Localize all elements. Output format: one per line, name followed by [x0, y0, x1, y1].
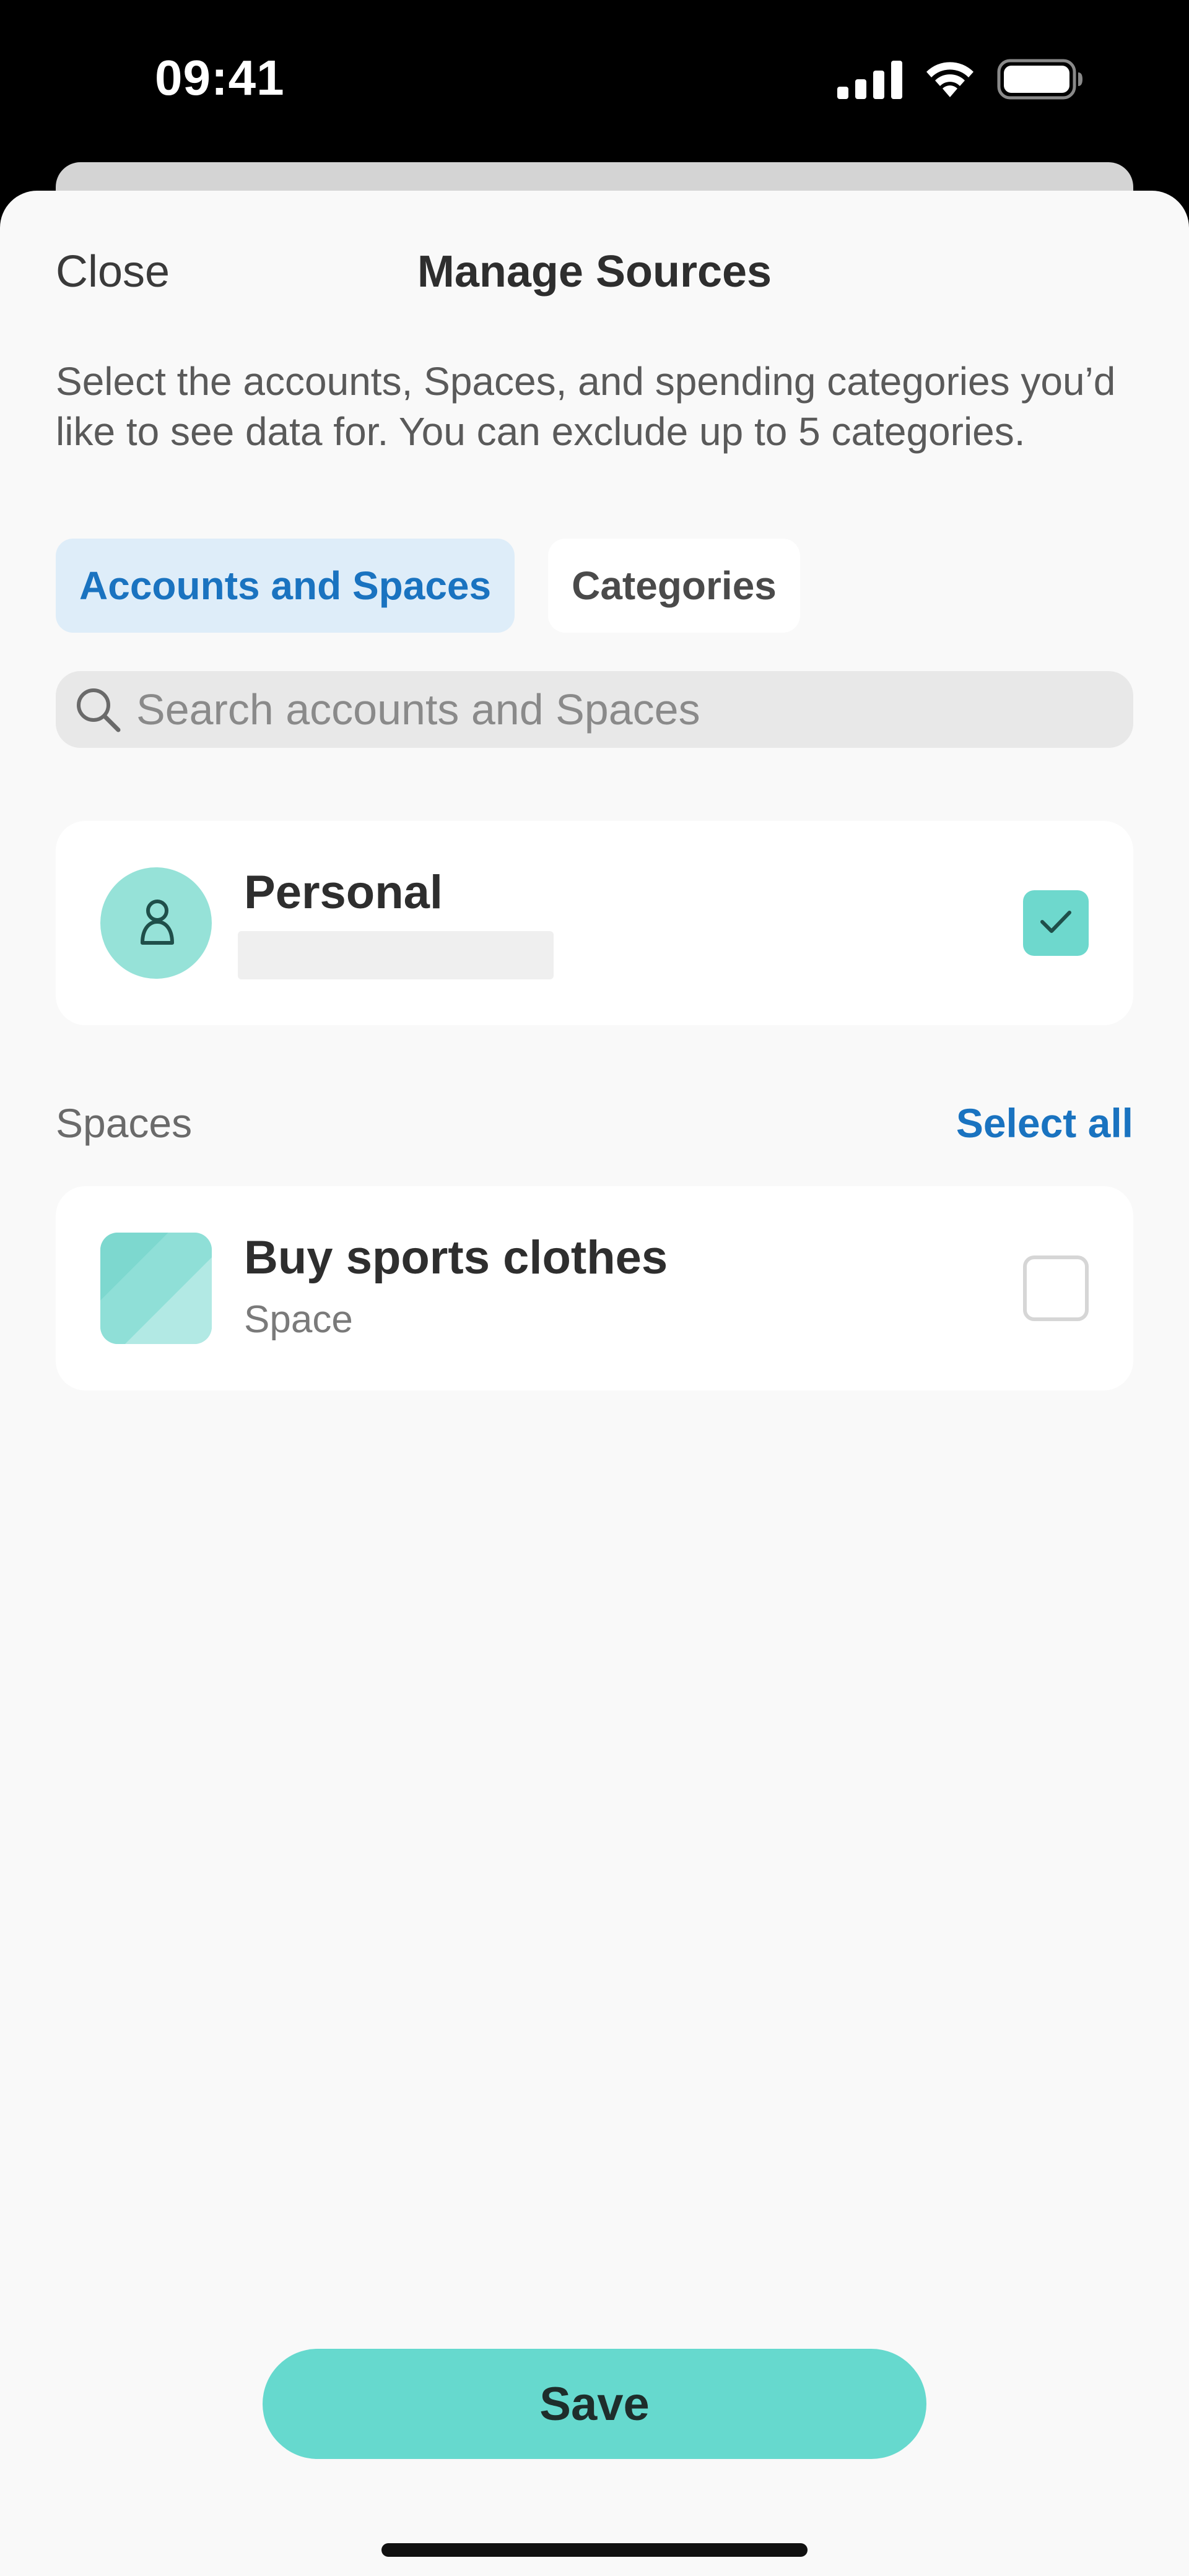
home-indicator	[381, 2543, 808, 2557]
personal-checkbox[interactable]	[1023, 890, 1089, 956]
space-type-label: Space	[244, 1298, 353, 1341]
wifi-icon	[921, 59, 978, 103]
manage-sources-sheet: Manage Sources Close Select the accounts…	[0, 191, 1189, 2576]
status-icons	[837, 57, 1084, 104]
redacted-balance	[238, 931, 554, 979]
cellular-signal-icon	[837, 59, 903, 102]
avatar	[100, 867, 212, 979]
status-time: 09:41	[155, 50, 285, 105]
close-button[interactable]: Close	[56, 246, 170, 297]
tab-accounts-and-spaces[interactable]: Accounts and Spaces	[56, 539, 515, 633]
status-bar: 09:41	[0, 0, 1189, 161]
battery-icon	[997, 59, 1084, 103]
search-icon	[73, 685, 123, 734]
page-title: Manage Sources	[417, 247, 772, 297]
space-name: Buy sports clothes	[244, 1231, 668, 1284]
person-icon	[131, 892, 181, 955]
search-bar[interactable]	[56, 671, 1133, 748]
account-item-personal[interactable]: Personal	[56, 821, 1133, 1025]
tab-bar: Accounts and Spaces Categories	[56, 539, 800, 633]
account-name: Personal	[244, 866, 443, 919]
space-thumbnail-icon	[100, 1233, 212, 1344]
space-checkbox[interactable]	[1023, 1255, 1089, 1321]
checkmark-icon	[1039, 908, 1073, 939]
description-text: Select the accounts, Spaces, and spendin…	[56, 359, 1116, 454]
select-all-link[interactable]: Select all	[956, 1099, 1133, 1147]
spaces-section-label: Spaces	[56, 1100, 193, 1146]
tab-categories[interactable]: Categories	[548, 539, 800, 633]
save-button[interactable]: Save	[263, 2349, 926, 2459]
space-item-buy-sports-clothes[interactable]: Buy sports clothes Space	[56, 1186, 1133, 1390]
search-input[interactable]	[136, 679, 1102, 740]
